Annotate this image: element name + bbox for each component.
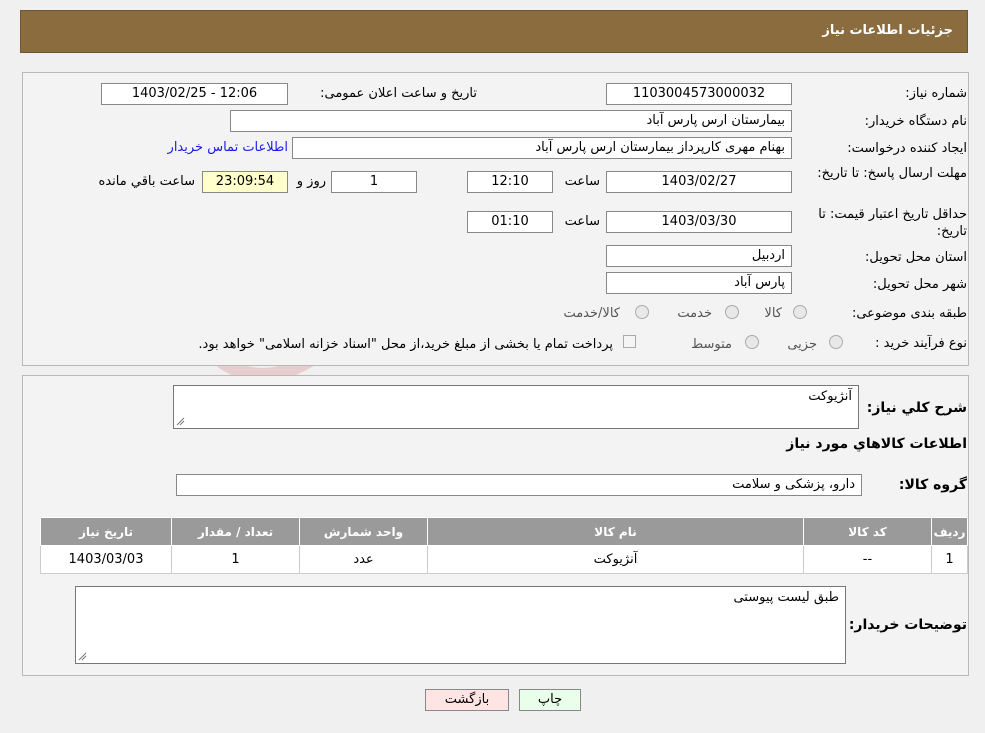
goods-table: رديف کد کالا نام کالا واحد شمارش تعداد /… bbox=[40, 517, 968, 574]
cell-qty: 1 bbox=[171, 545, 300, 574]
resize-grip-icon[interactable] bbox=[78, 652, 87, 661]
remaining-time-label: ساعت باقي مانده bbox=[98, 174, 195, 189]
goods-table-header: رديف کد کالا نام کالا واحد شمارش تعداد /… bbox=[40, 517, 968, 546]
announce-date-label: تاریخ و ساعت اعلان عمومی: bbox=[320, 86, 477, 101]
process-type-label: نوع فرآیند خرید : bbox=[875, 336, 967, 351]
city-label: شهر محل تحویل: bbox=[872, 277, 967, 292]
treasury-checkbox[interactable] bbox=[623, 335, 636, 348]
table-row: 1 -- آنژیوکت عدد 1 1403/03/03 bbox=[40, 545, 968, 574]
need-number-field: 1103004573000032 bbox=[606, 83, 792, 105]
category-option-service: خدمت bbox=[677, 306, 712, 321]
col-code-header: کد کالا bbox=[803, 517, 932, 546]
cell-row: 1 bbox=[931, 545, 968, 574]
buyer-notes-label: توضیحات خریدار: bbox=[848, 617, 967, 633]
col-row-header: رديف bbox=[931, 517, 968, 546]
goods-group-field: دارو، پزشکی و سلامت bbox=[176, 474, 862, 496]
category-label: طبقه بندی موضوعی: bbox=[851, 306, 967, 321]
col-date-header: تاریخ نیاز bbox=[40, 517, 172, 546]
cell-code: -- bbox=[803, 545, 932, 574]
page-header: جزئیات اطلاعات نیاز bbox=[20, 10, 968, 53]
days-field: 1 bbox=[331, 171, 417, 193]
buyer-notes-text: طبق لیست پیوستی bbox=[733, 590, 839, 605]
validity-date-field: 1403/03/30 bbox=[606, 211, 792, 233]
validity-label: حداقل تاریخ اعتبار قیمت: تا تاریخ: bbox=[818, 207, 967, 239]
goods-group-label: گروه کالا: bbox=[898, 477, 967, 493]
resize-grip-icon[interactable] bbox=[176, 417, 185, 426]
category-radio-goods[interactable] bbox=[793, 305, 807, 319]
goods-section-title: اطلاعات كالاهاي مورد نياز bbox=[786, 436, 967, 452]
col-unit-header: واحد شمارش bbox=[299, 517, 428, 546]
category-option-goods-service: کالا/خدمت bbox=[563, 306, 620, 321]
creator-field: بهنام مهری کارپرداز بیمارستان ارس پارس آ… bbox=[292, 137, 792, 159]
province-field: اردبیل bbox=[606, 245, 792, 267]
cell-name: آنژیوکت bbox=[427, 545, 804, 574]
page-title: جزئیات اطلاعات نیاز bbox=[822, 23, 953, 38]
need-number-label: شماره نیاز: bbox=[905, 86, 967, 101]
cell-date: 1403/03/03 bbox=[40, 545, 172, 574]
buyer-contact-link[interactable]: اطلاعات تماس خریدار bbox=[168, 140, 288, 155]
validity-time-field: 01:10 bbox=[467, 211, 553, 233]
summary-label: شرح کلي نياز: bbox=[866, 400, 967, 416]
process-option-medium: متوسط bbox=[691, 337, 732, 352]
col-name-header: نام کالا bbox=[427, 517, 804, 546]
back-button[interactable]: بازگشت bbox=[425, 689, 509, 711]
process-option-minor: جزیی bbox=[787, 337, 817, 352]
creator-label: ایجاد کننده درخواست: bbox=[847, 141, 967, 156]
buyer-label: نام دستگاه خریدار: bbox=[864, 114, 967, 129]
summary-textarea[interactable]: آنژیوکت bbox=[173, 385, 859, 429]
city-field: پارس آباد bbox=[606, 272, 792, 294]
deadline-time-field: 12:10 bbox=[467, 171, 553, 193]
deadline-label: مهلت ارسال پاسخ: تا تاریخ: bbox=[817, 166, 967, 181]
category-option-goods: کالا bbox=[764, 306, 782, 321]
col-qty-header: تعداد / مقدار bbox=[171, 517, 300, 546]
cell-unit: عدد bbox=[299, 545, 428, 574]
summary-text: آنژیوکت bbox=[808, 389, 852, 404]
remaining-time-field: 23:09:54 bbox=[202, 171, 288, 193]
category-radio-service[interactable] bbox=[725, 305, 739, 319]
process-radio-medium[interactable] bbox=[745, 335, 759, 349]
treasury-note: پرداخت تمام یا بخشی از مبلغ خرید،از محل … bbox=[198, 337, 613, 352]
print-button[interactable]: چاپ bbox=[519, 689, 581, 711]
announce-date-field: 1403/02/25 - 12:06 bbox=[101, 83, 288, 105]
days-label: روز و bbox=[296, 174, 326, 189]
deadline-date-field: 1403/02/27 bbox=[606, 171, 792, 193]
category-radio-goods-service[interactable] bbox=[635, 305, 649, 319]
buyer-field: بیمارستان ارس پارس آباد bbox=[230, 110, 792, 132]
deadline-time-label: ساعت bbox=[564, 174, 600, 189]
process-radio-minor[interactable] bbox=[829, 335, 843, 349]
validity-time-label: ساعت bbox=[564, 214, 600, 229]
buyer-notes-textarea[interactable]: طبق لیست پیوستی bbox=[75, 586, 846, 664]
province-label: استان محل تحویل: bbox=[865, 250, 967, 265]
